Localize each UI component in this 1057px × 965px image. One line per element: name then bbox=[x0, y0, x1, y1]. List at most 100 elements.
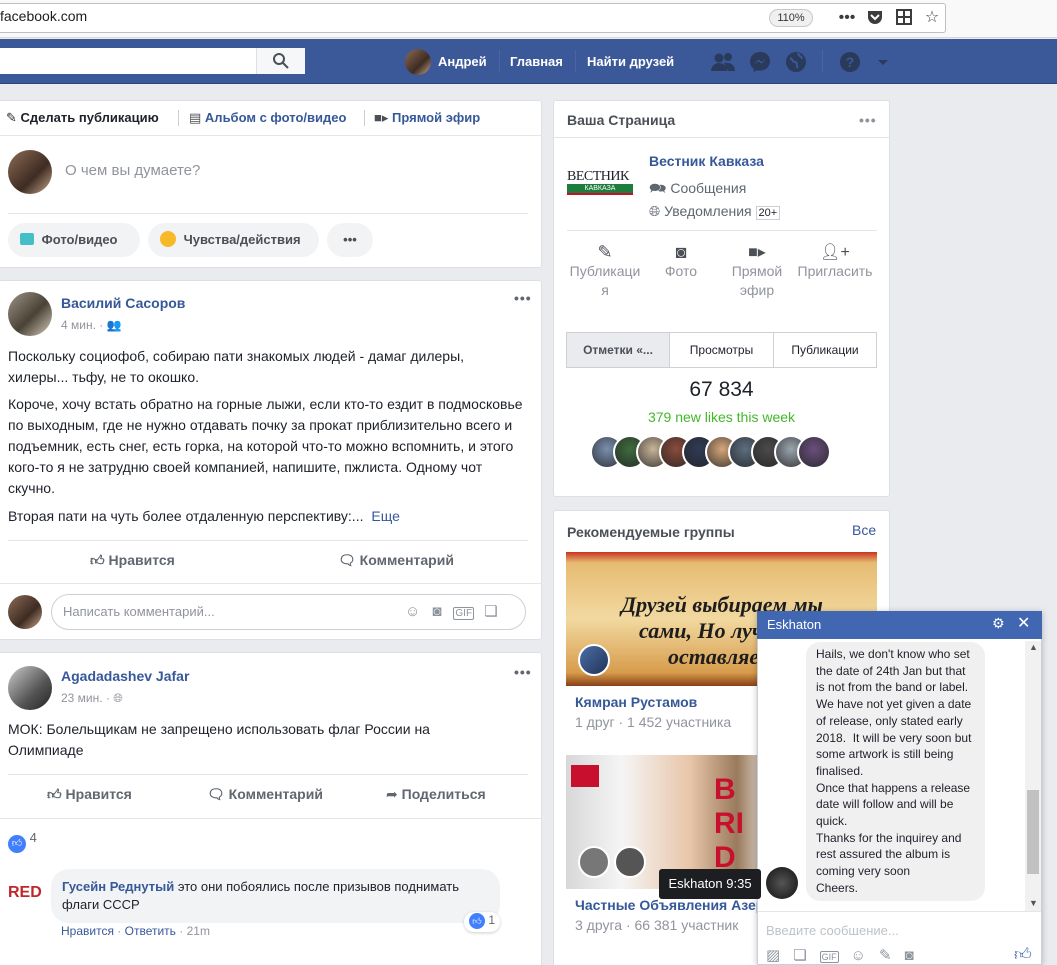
chat-scrollbar-thumb[interactable] bbox=[1027, 790, 1039, 874]
reader-icon[interactable] bbox=[894, 8, 914, 28]
chat-message-input[interactable]: Введите сообщение... bbox=[766, 924, 899, 935]
attachment-icon[interactable]: ✎ bbox=[879, 947, 905, 964]
composer-input[interactable]: О чем вы думаете? bbox=[65, 162, 200, 179]
composer-avatar bbox=[8, 150, 52, 194]
likes-summary[interactable]: 👍︎ 4 bbox=[8, 830, 37, 853]
page-messages-link[interactable]: 🗪︎ Сообщения bbox=[649, 178, 746, 202]
tab-posts[interactable]: Публикации bbox=[773, 332, 877, 368]
liker-avatar[interactable] bbox=[797, 435, 831, 469]
comment-input[interactable]: Написать комментарий... bbox=[63, 604, 215, 619]
page-action-photo[interactable]: ◙ Фото bbox=[650, 243, 712, 281]
nav-profile[interactable]: Андрей bbox=[438, 54, 487, 69]
reply-author[interactable]: Гусейн Реднутый bbox=[62, 879, 174, 894]
page-action-publish[interactable]: ✎ Публикация bbox=[566, 243, 644, 300]
widget-menu-icon[interactable]: ••• bbox=[859, 112, 877, 128]
group-name[interactable]: Кямран Рустамов bbox=[575, 694, 697, 710]
photo-icon bbox=[20, 233, 34, 245]
composer-tab-album[interactable]: ▤ Альбом с фото/видео bbox=[189, 110, 346, 126]
pocket-icon[interactable] bbox=[865, 8, 885, 28]
chevron-down-icon[interactable] bbox=[876, 50, 900, 74]
friend-requests-icon[interactable] bbox=[710, 50, 735, 74]
messenger-icon[interactable] bbox=[748, 50, 772, 74]
reply-time[interactable]: 21m bbox=[187, 924, 210, 938]
feeling-button[interactable]: Чувства/действия bbox=[148, 223, 319, 257]
gif-icon[interactable]: GIF bbox=[819, 951, 839, 963]
post-time[interactable]: 4 мин. · 👥 bbox=[61, 318, 122, 332]
sticker-icon[interactable]: ❏ bbox=[484, 603, 509, 620]
composer-tab-publish[interactable]: ✎ Сделать публикацию bbox=[6, 110, 159, 126]
composer-tab-live[interactable]: ■▸ Прямой эфир bbox=[374, 110, 480, 126]
post-menu-icon[interactable]: ••• bbox=[514, 290, 532, 306]
see-more-link[interactable]: Еще bbox=[371, 508, 400, 524]
page-notifications-link[interactable]: 🌐︎ Уведомления 20+ bbox=[649, 203, 781, 220]
video-camera-icon: ■▸ bbox=[374, 110, 389, 125]
close-icon[interactable]: ✕ bbox=[1017, 613, 1030, 633]
tab-divider bbox=[364, 110, 365, 126]
sticker-icon[interactable]: ❏ bbox=[793, 947, 819, 964]
divider bbox=[554, 137, 889, 138]
scroll-down-arrow[interactable]: ▼ bbox=[1029, 898, 1038, 908]
tab-divider bbox=[178, 110, 179, 126]
post-author-name[interactable]: Василий Сасоров bbox=[61, 295, 185, 311]
post-author-name[interactable]: Agadadashev Jafar bbox=[61, 668, 189, 684]
camera-icon[interactable]: ◙ bbox=[432, 603, 453, 620]
comment-icon: 🗨︎ bbox=[338, 552, 356, 568]
reply-likes[interactable]: 👍︎ 1 bbox=[464, 912, 501, 932]
post-paragraph: Поскольку социофоб, собираю пати знакомы… bbox=[8, 348, 465, 385]
page-logo[interactable]: ВЕСТНИК КАВКАЗА bbox=[567, 170, 633, 196]
ellipsis-icon[interactable]: ••• bbox=[837, 8, 857, 28]
nav-find-friends[interactable]: Найти друзей bbox=[587, 54, 674, 69]
gif-icon[interactable]: GIF bbox=[453, 607, 475, 620]
nav-home[interactable]: Главная bbox=[510, 54, 563, 69]
share-button[interactable]: ➦ Поделиться bbox=[386, 786, 486, 803]
camera-icon[interactable]: ◙ bbox=[905, 947, 927, 964]
divider bbox=[567, 230, 877, 231]
divider bbox=[758, 911, 1041, 912]
post-author-avatar[interactable] bbox=[8, 292, 52, 336]
send-like-icon[interactable]: 👍︎ bbox=[1014, 944, 1032, 965]
post-text: МОК: Болельщикам не запрещено использова… bbox=[8, 721, 430, 758]
scroll-up-arrow[interactable]: ▲ bbox=[1029, 642, 1038, 652]
thumbs-up-icon: 👍︎ bbox=[90, 552, 105, 568]
page-name[interactable]: Вестник Кавказа bbox=[649, 153, 764, 169]
reply-actions: Нравится · Ответить · 21m bbox=[61, 924, 210, 938]
url-text[interactable]: facebook.com bbox=[0, 8, 87, 24]
camera-icon: ◙ bbox=[675, 242, 687, 262]
like-button[interactable]: 👍︎ Нравится bbox=[47, 786, 132, 803]
comment-button[interactable]: 🗨︎ Комментарий bbox=[338, 552, 454, 569]
groups-see-all-link[interactable]: Все bbox=[852, 522, 876, 538]
page-action-live[interactable]: ■▸ Прямой эфир bbox=[726, 243, 788, 300]
help-icon[interactable]: ? bbox=[838, 50, 862, 74]
star-icon[interactable]: ☆ bbox=[922, 8, 942, 28]
chat-sender-avatar[interactable] bbox=[766, 867, 798, 899]
tab-views[interactable]: Просмотры bbox=[669, 332, 774, 368]
post-time[interactable]: 23 мин. · 🌐︎ bbox=[61, 691, 123, 706]
emoji-icon[interactable]: ☺ bbox=[405, 603, 432, 620]
divider bbox=[8, 540, 528, 541]
photo-video-button[interactable]: Фото/видео bbox=[8, 223, 140, 257]
chat-title[interactable]: Eskhaton bbox=[767, 617, 821, 632]
like-button[interactable]: 👍︎ Нравится bbox=[90, 552, 175, 569]
reply-answer-link[interactable]: Ответить bbox=[125, 924, 176, 938]
post-menu-icon[interactable]: ••• bbox=[514, 664, 532, 680]
comment-button[interactable]: 🗨︎ Комментарий bbox=[207, 786, 323, 803]
notifications-globe-icon[interactable] bbox=[784, 50, 808, 74]
divider bbox=[0, 135, 542, 136]
tab-likes[interactable]: Отметки «... bbox=[566, 332, 670, 368]
group-member-avatar bbox=[578, 846, 610, 878]
gear-icon[interactable]: ⚙ bbox=[992, 615, 1005, 632]
image-icon[interactable]: ▨ bbox=[766, 947, 793, 964]
add-person-icon: 👤︎+ bbox=[820, 244, 850, 261]
reply-like-link[interactable]: Нравится bbox=[61, 924, 114, 938]
user-avatar[interactable] bbox=[405, 49, 431, 75]
reply-avatar[interactable]: RED bbox=[8, 876, 42, 910]
page-action-invite[interactable]: 👤︎+ Пригласить bbox=[794, 243, 876, 281]
search-button[interactable] bbox=[256, 48, 305, 74]
likes-total: 67 834 bbox=[689, 378, 754, 401]
group-name[interactable]: Частные Объявления Азерб bbox=[575, 897, 757, 913]
zoom-indicator[interactable]: 110% bbox=[769, 9, 813, 27]
post-author-avatar[interactable] bbox=[8, 666, 52, 710]
divider bbox=[0, 583, 542, 584]
more-options-button[interactable]: ••• bbox=[327, 223, 373, 257]
emoji-icon[interactable]: ☺ bbox=[851, 947, 879, 964]
